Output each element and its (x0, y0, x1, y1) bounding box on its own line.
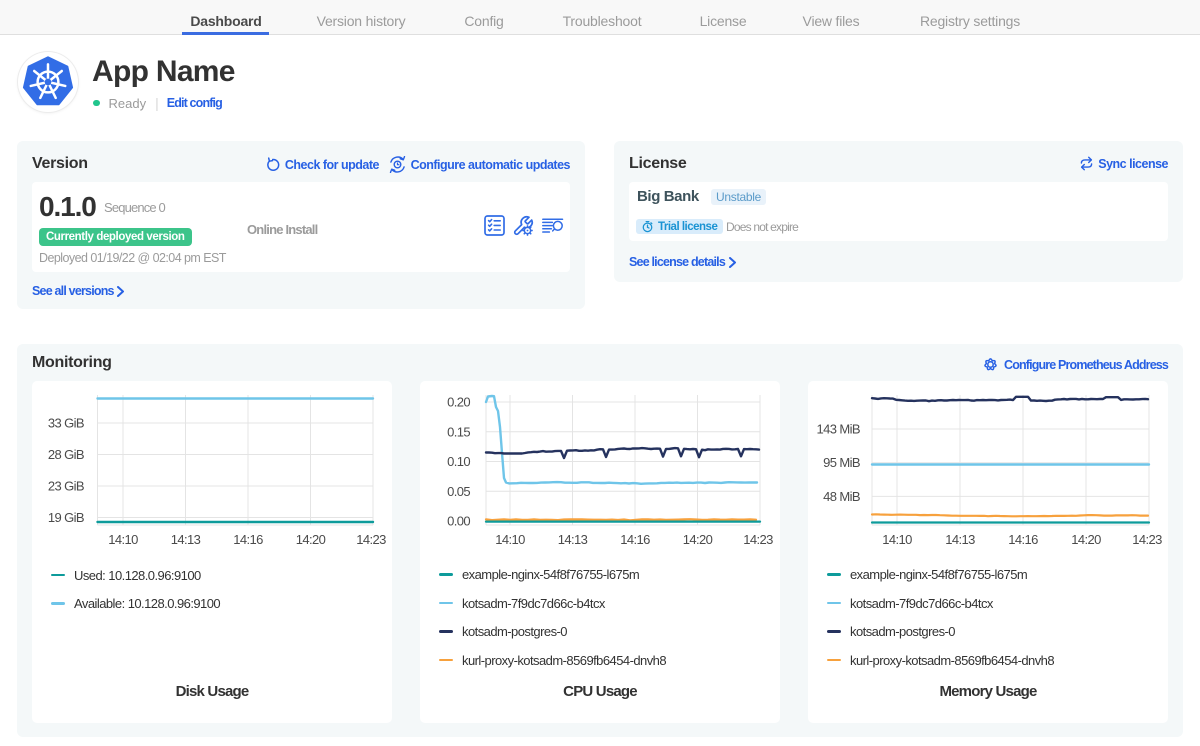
svg-text:0.15: 0.15 (447, 424, 470, 439)
svg-text:0.10: 0.10 (447, 454, 470, 469)
svg-text:0.20: 0.20 (447, 395, 470, 410)
svg-text:14:20: 14:20 (1071, 532, 1101, 547)
svg-text:0.00: 0.00 (447, 514, 470, 529)
svg-text:14:10: 14:10 (882, 532, 912, 547)
svg-text:14:16: 14:16 (620, 532, 650, 547)
svg-text:14:16: 14:16 (233, 532, 263, 547)
svg-text:95 MiB: 95 MiB (823, 455, 860, 470)
svg-text:14:13: 14:13 (171, 532, 201, 547)
svg-text:19 GiB: 19 GiB (48, 510, 84, 525)
svg-text:14:23: 14:23 (743, 532, 773, 547)
svg-text:14:13: 14:13 (945, 532, 975, 547)
svg-text:48 MiB: 48 MiB (823, 489, 860, 504)
svg-text:28 GiB: 28 GiB (48, 447, 84, 462)
svg-text:23 GiB: 23 GiB (48, 479, 84, 494)
svg-text:14:16: 14:16 (1008, 532, 1038, 547)
svg-text:14:23: 14:23 (1132, 532, 1162, 547)
svg-text:14:10: 14:10 (495, 532, 525, 547)
svg-text:143 MiB: 143 MiB (817, 422, 861, 437)
svg-text:14:20: 14:20 (683, 532, 713, 547)
svg-text:14:20: 14:20 (296, 532, 326, 547)
svg-text:14:23: 14:23 (356, 532, 386, 547)
svg-text:33 GiB: 33 GiB (48, 416, 84, 431)
svg-text:14:10: 14:10 (108, 532, 138, 547)
svg-text:14:13: 14:13 (558, 532, 588, 547)
svg-text:0.05: 0.05 (447, 484, 470, 499)
